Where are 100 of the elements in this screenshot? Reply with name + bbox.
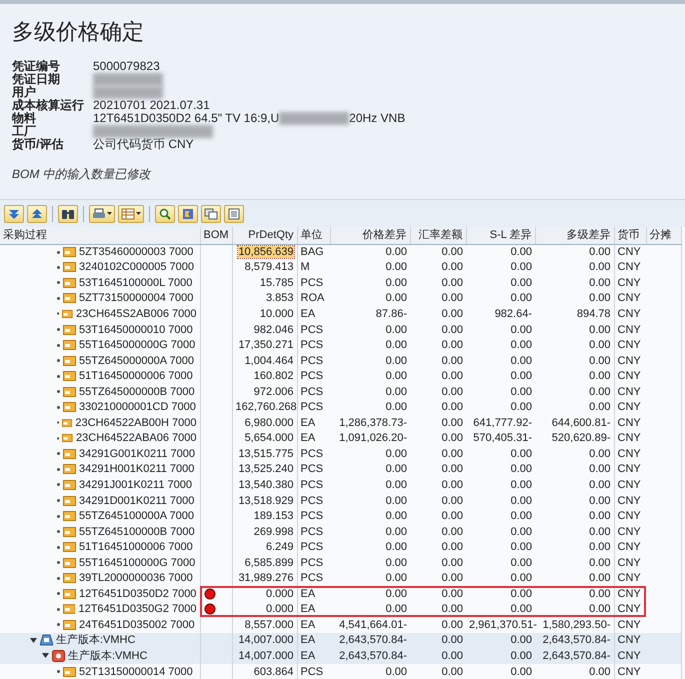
tree-node-label[interactable]: 34291J001K0211 7000 — [79, 478, 192, 492]
table-cell: 189.153 — [254, 510, 294, 522]
table-cell: PCS — [297, 384, 330, 400]
table-cell: 0.00 — [410, 632, 466, 648]
material-icon — [63, 448, 76, 460]
tree-node-label[interactable]: 24T6451D035002 7000 — [79, 618, 195, 632]
column-header[interactable]: 货币 — [614, 227, 646, 244]
list-button[interactable] — [224, 204, 244, 222]
tree-node-label[interactable]: 5ZT35460000003 7000 — [79, 245, 194, 260]
table-cell-text: 1,091,026.20- — [338, 431, 408, 446]
document-icon — [181, 208, 195, 220]
tree-node-label[interactable]: 55TZ645100000A 7000 — [79, 509, 194, 524]
tree-node-label[interactable]: 23CH64522AB00H 7000 — [75, 416, 196, 430]
table-cell-text: 0.00 — [440, 509, 464, 524]
material-icon — [63, 246, 76, 258]
table-cell-text: 0.00 — [440, 462, 464, 478]
material-icon — [63, 463, 76, 476]
tree-node-label[interactable]: 34291H001K0211 7000 — [79, 462, 194, 476]
tree-node-label[interactable]: 3240102C000005 7000 — [79, 260, 194, 274]
table-cell: CNY — [614, 244, 646, 260]
table-cell: 0.000 — [266, 588, 294, 600]
tree-node-label[interactable]: 23CH64522ABA06 7000 — [76, 431, 196, 446]
table-cell: CNY — [614, 554, 646, 570]
table-cell-text: 0.00 — [384, 602, 408, 618]
material-icon — [63, 339, 76, 352]
tree-node-label[interactable]: 52T13150000014 7000 — [79, 664, 193, 679]
table-cell: CNY — [614, 384, 646, 400]
tree-node-label[interactable]: 53T16450000010 7000 — [79, 322, 193, 336]
tree-node-label[interactable]: 55TZ645000000B 7000 — [79, 384, 195, 399]
zoom-button[interactable] — [155, 204, 175, 222]
table-cell-text: 87.86- — [374, 306, 408, 322]
tree-node-label[interactable]: 12T6451D0350G2 7000 — [78, 602, 196, 616]
table-cell: 0.00 — [466, 648, 535, 664]
tree-node-label[interactable]: 51T16451000006 7000 — [79, 540, 193, 554]
copy-button[interactable] — [201, 204, 221, 222]
table-cell: 0.00 — [535, 664, 614, 679]
bullet-icon — [57, 670, 60, 674]
bullet-icon — [57, 374, 60, 378]
column-header[interactable]: 采购过程 — [0, 227, 200, 244]
table-cell: 982.046 — [254, 324, 294, 336]
table-cell-text: 0.00 — [510, 524, 533, 540]
table-cell: 6.249 — [266, 541, 294, 554]
table-cell: 0.00 — [535, 275, 614, 291]
table-cell-text: 0.00 — [384, 369, 408, 384]
table-cell-text: 0.00 — [440, 338, 464, 353]
column-header[interactable]: 单位 — [297, 227, 330, 244]
table-cell: 2,643,570.84- — [330, 632, 410, 648]
collapse-button[interactable] — [27, 204, 47, 222]
column-header[interactable]: 多级差异 — [535, 227, 614, 244]
table-cell: 2,643,570.84- — [535, 632, 614, 648]
table-cell-text: 0.00 — [510, 400, 533, 416]
table-cell: CNY — [614, 399, 646, 416]
column-header[interactable]: 分摊 — [646, 227, 681, 244]
tree-node-label[interactable]: 55TZ645100000B 7000 — [79, 524, 195, 539]
table-cell: 972.006 — [254, 386, 294, 398]
tree-node-label[interactable]: 53T1645100000L 7000 — [79, 276, 192, 290]
table-cell: CNY — [614, 446, 646, 462]
column-header[interactable]: 汇率差额 — [410, 227, 466, 244]
expand-button[interactable] — [4, 204, 24, 222]
table-cell-text: 0.00 — [384, 446, 408, 462]
bullet-icon — [57, 468, 60, 471]
table-cell: 0.00 — [535, 337, 614, 353]
collapse-arrow-icon[interactable] — [30, 636, 37, 644]
table-cell: 0.00 — [535, 554, 614, 570]
column-header[interactable]: S-L 差异 — [466, 227, 535, 244]
table-cell: PCS — [297, 275, 330, 291]
table-cell: 0.00 — [330, 664, 410, 679]
bullet-icon — [57, 421, 60, 424]
print-button[interactable] — [89, 204, 115, 222]
tree-node-label[interactable]: 12T6451D0350D2 7000 — [79, 586, 196, 601]
bullet-icon — [57, 281, 60, 284]
layout-button[interactable] — [118, 204, 144, 222]
table-cell-text: 0.00 — [384, 586, 408, 602]
table-cell-text: 1,286,378.73- — [338, 416, 408, 431]
table-cell-text: 0.00 — [384, 540, 408, 555]
table-cell: 13,515.775 — [238, 448, 294, 460]
column-header[interactable]: BOM — [200, 227, 232, 244]
tree-node-label[interactable]: 55TZ645000000A 7000 — [79, 354, 194, 368]
find-button[interactable] — [58, 204, 78, 222]
tree-node-label[interactable]: 34291G001K0211 7000 — [79, 446, 196, 461]
tree-node-label[interactable]: 5ZT73150000004 7000 — [79, 291, 194, 306]
table-cell: 520,620.89- — [535, 430, 614, 446]
table-cell-text: 0.00 — [440, 524, 464, 540]
tree-node-label[interactable]: 34291D001K0211 7000 — [79, 494, 194, 508]
field-value: 20210701 2021.07.31 — [93, 99, 210, 112]
tree-node-label[interactable]: 55T1645000000G 7000 — [79, 338, 196, 352]
table-cell: 0.00 — [535, 477, 614, 493]
collapse-arrow-icon[interactable] — [42, 652, 49, 660]
table-cell-text: 0.00 — [510, 369, 533, 384]
column-header[interactable]: 价格差异 — [330, 227, 410, 244]
table-cell-text: 0.00 — [384, 338, 408, 353]
table-cell-text: 0.00 — [384, 354, 408, 368]
tree-node-label[interactable]: 39TL2000000036 7000 — [79, 571, 193, 586]
table-cell-text: 982.64- — [494, 306, 533, 322]
tree-node-label[interactable]: 330210000001CD 7000 — [79, 400, 196, 414]
tree-node-label[interactable]: 55T1645100000G 7000 — [79, 556, 196, 570]
column-header[interactable]: PrDetQty — [232, 227, 297, 244]
tree-node-label[interactable]: 23CH645S2AB006 7000 — [76, 306, 196, 321]
flag-button[interactable] — [178, 204, 198, 222]
tree-node-label[interactable]: 51T16450000006 7000 — [79, 369, 193, 384]
